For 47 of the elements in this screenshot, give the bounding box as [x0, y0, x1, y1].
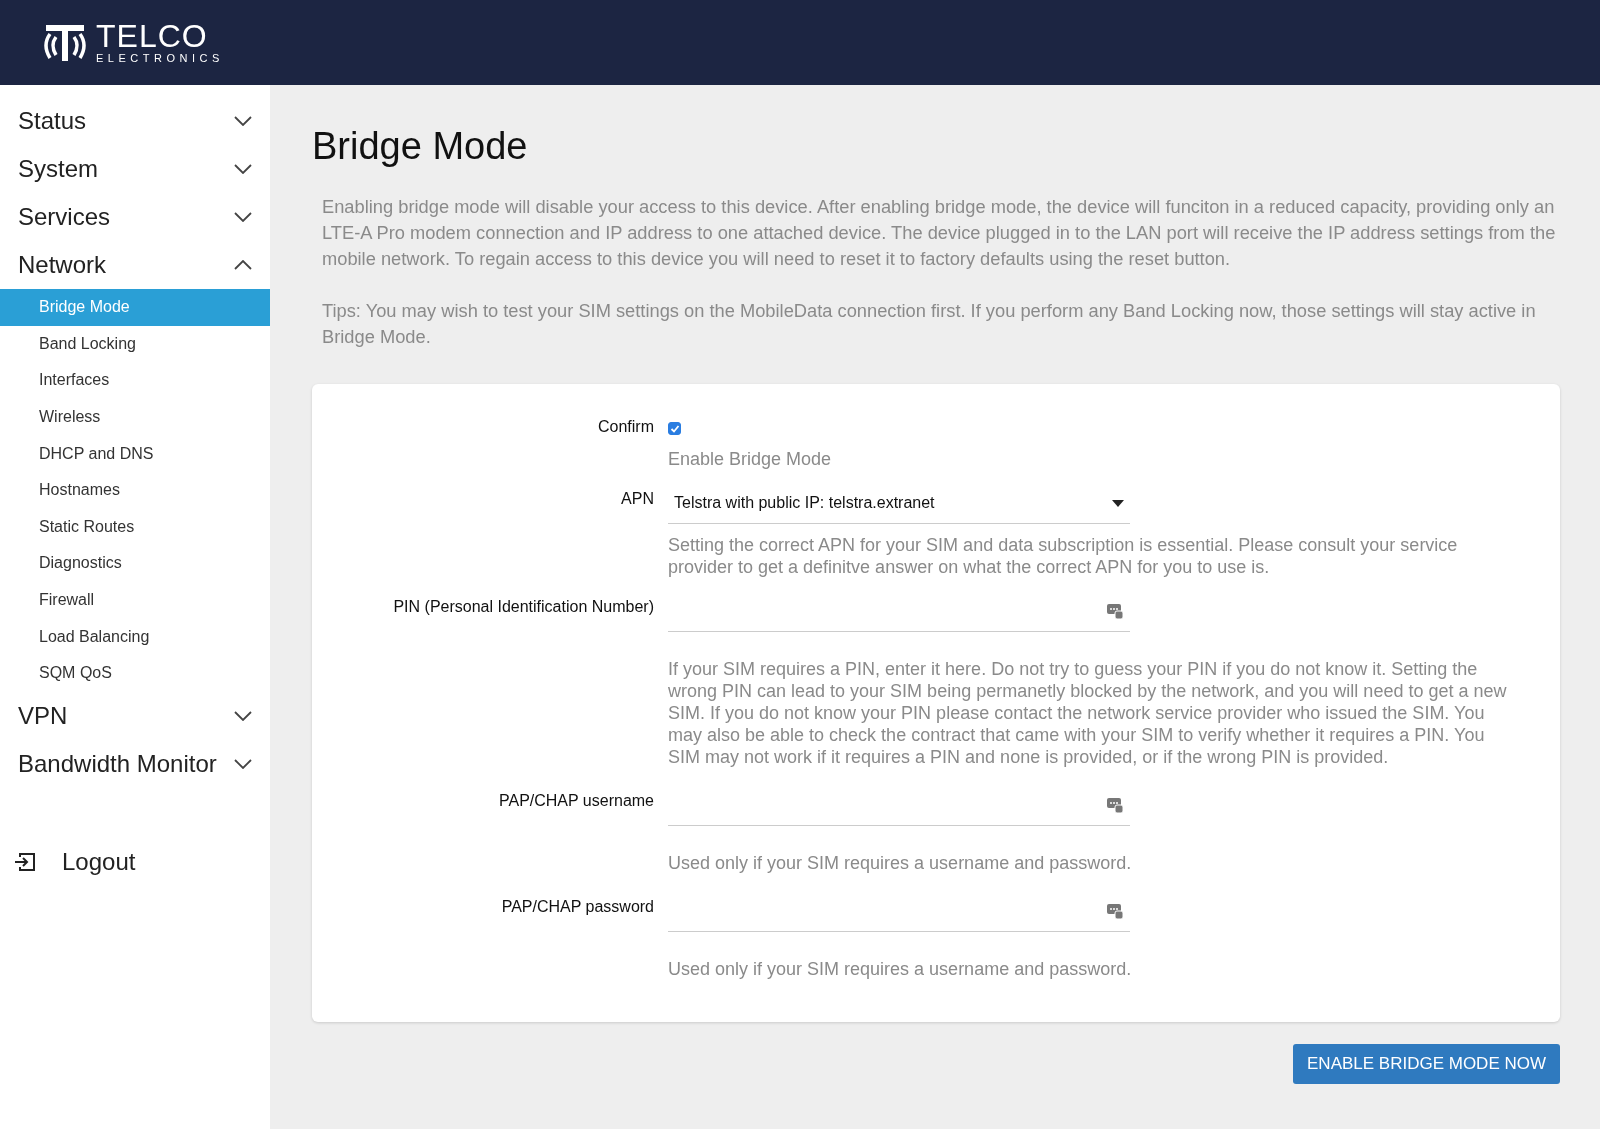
nav-group[interactable]: Network: [0, 241, 270, 289]
nav-item[interactable]: Static Routes: [0, 508, 270, 546]
field-label: PIN (Personal Identification Number): [392, 596, 655, 617]
field-label: PAP/CHAP password: [500, 896, 655, 917]
password-manager-icon: [1106, 902, 1124, 920]
password-manager-icon: [1106, 602, 1124, 620]
chevron-down-icon: [234, 164, 252, 174]
nav-item[interactable]: Wireless: [0, 398, 270, 436]
field-label: PAP/CHAP username: [497, 790, 655, 811]
confirm-checkbox[interactable]: [668, 422, 681, 435]
help-text: Used only if your SIM requires a username and password.: [668, 851, 1133, 874]
nav-group[interactable]: VPN: [0, 691, 270, 740]
logo-title: TELCO: [96, 20, 209, 51]
nav-item[interactable]: Firewall: [0, 581, 270, 619]
chevron-down-icon: [234, 758, 252, 769]
help-text: Used only if your SIM requires a username and password.: [668, 957, 1133, 980]
nav-group[interactable]: Services: [0, 193, 270, 241]
nav-item[interactable]: SQM QoS: [0, 654, 270, 692]
help-text: Setting the correct APN for your SIM and data subscription is essential. Please consult your service provider to get a definitve answer on what the correct APN for you to use is.: [668, 533, 1459, 578]
description-text: Enabling bridge mode will disable your access to this device. After enabling bridge mode, the device will funciton in a reduced capacity, providing only an LTE-A Pro modem connection and IP address to one attached device. The device plugged in to the LAN port will receive the IP address settings from the mobile network. To regain access to this device you will need to reset it to factory defaults using the reset button.: [322, 195, 1557, 271]
chevron-up-icon: [234, 260, 252, 270]
help-text: Enable Bridge Mode: [668, 447, 833, 470]
chevron-down-icon: [234, 212, 252, 222]
dropdown-caret-icon: [1112, 499, 1124, 507]
page-title: Bridge Mode: [312, 125, 529, 168]
nav-item[interactable]: Band Locking: [0, 325, 270, 363]
nav-group[interactable]: Status: [0, 97, 270, 145]
logout-link[interactable]: Logout: [0, 847, 270, 876]
nav-group[interactable]: System: [0, 145, 270, 193]
nav-item[interactable]: Hostnames: [0, 471, 270, 509]
chevron-down-icon: [234, 710, 252, 721]
logout-icon: [14, 851, 36, 872]
field-label: Confirm: [597, 417, 655, 437]
apn-dropdown[interactable]: Telstra with public IP: telstra.extranet: [668, 483, 1130, 524]
password-manager-icon: [1106, 796, 1124, 814]
logo-subtitle: ELECTRONICS: [96, 50, 224, 65]
antenna-logo-icon: [42, 22, 88, 63]
help-text: If your SIM requires a PIN, enter it here. Do not try to guess your PIN if you do not know it. Setting the wrong PIN can lead to your SIM being permanetly blocked by the network, and you will need to get a new SIM. If you do not know your PIN please contact the network service provider who issued the SIM. You may also be able to check the contract that came with your SIM to verify whether it requires a PIN. You SIM may not work if it requires a PIN and none is provided, or if the wrong PIN is provided.: [668, 657, 1508, 768]
nav-item[interactable]: Diagnostics: [0, 545, 270, 582]
nav-item[interactable]: Load Balancing: [0, 618, 270, 655]
nav-group[interactable]: Bandwidth Monitor: [0, 739, 270, 788]
nav-item[interactable]: DHCP and DNS: [0, 435, 270, 472]
enable-bridge-mode-button[interactable]: ENABLE BRIDGE MODE NOW: [1293, 1043, 1560, 1084]
chevron-down-icon: [234, 116, 252, 126]
nav-item[interactable]: Interfaces: [0, 362, 270, 399]
field-label: APN: [620, 488, 655, 509]
tips-text: Tips: You may wish to test your SIM settings on the MobileData connection first. If you perform any Band Locking now, those settings will stay active in Bridge Mode.: [322, 299, 1537, 349]
